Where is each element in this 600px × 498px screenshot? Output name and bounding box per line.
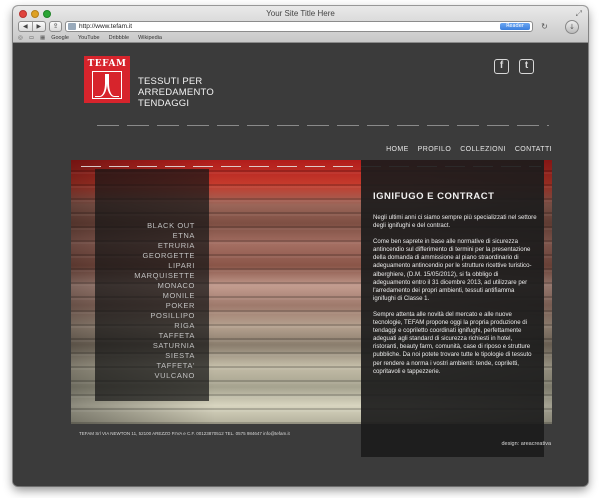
web-page: TEFAM TESSUTI PER ARREDAMENTO TENDAGGI f…	[13, 43, 588, 486]
content-paragraph: Come ben saprete in base alle normative …	[373, 238, 532, 302]
menu-item-etna[interactable]: ETNA	[134, 231, 195, 241]
menu-item-lipari[interactable]: LIPARI	[134, 261, 195, 271]
tefam-logo[interactable]: TEFAM	[84, 56, 130, 103]
menu-item-taffeta[interactable]: TAFFETA	[134, 331, 195, 341]
fullscreen-icon[interactable]: ⤢	[576, 9, 582, 19]
menu-item-siesta[interactable]: SIESTA	[134, 351, 195, 361]
curtain-icon	[92, 71, 122, 99]
menu-item-monile[interactable]: MONILE	[134, 291, 195, 301]
brand-line: ARREDAMENTO	[138, 87, 214, 98]
brand-tagline: TESSUTI PER ARREDAMENTO TENDAGGI	[138, 76, 214, 109]
bookmark-dribbble[interactable]: Dribbble	[109, 35, 129, 41]
logo-text: TEFAM	[87, 59, 127, 69]
footer-company-info: TEFAM Srl VIA NEWTON 11, 52100 AREZZO P.…	[79, 431, 290, 436]
reload-icon[interactable]: ↻	[538, 21, 551, 32]
main-nav: HOME PROFILO COLLEZIONI CONTATTI	[386, 146, 552, 153]
browser-window: Your Site Title Here ⤢ ◀ ▶ ⇪ http://www.…	[13, 6, 588, 486]
nav-collezioni[interactable]: COLLEZIONI	[460, 146, 506, 153]
content-body: Negli ultimi anni ci siamo sempre più sp…	[373, 214, 537, 384]
downloads-icon[interactable]: ↓	[565, 20, 579, 34]
twitter-icon[interactable]: t	[519, 59, 534, 74]
menu-item-taffeta-apostrophe[interactable]: TAFFETA'	[134, 361, 195, 371]
footer-design-credit[interactable]: design: areacreativa	[501, 441, 551, 447]
collection-menu: BLACK OUT ETNA ETRURIA GEORGETTE LIPARI …	[95, 169, 209, 401]
reader-button[interactable]: Reader	[500, 23, 530, 30]
content-paragraph: Sempre attenta alle novità del mercato e…	[373, 310, 532, 375]
back-button[interactable]: ◀	[19, 22, 32, 31]
menu-item-marquisette[interactable]: MARQUISETTE	[134, 271, 195, 281]
menu-item-georgette[interactable]: GEORGETTE	[134, 251, 195, 261]
facebook-icon[interactable]: f	[494, 59, 509, 74]
browser-toolbar: Your Site Title Here ⤢ ◀ ▶ ⇪ http://www.…	[13, 6, 588, 43]
menu-item-posillipo[interactable]: POSILLIPO	[134, 311, 195, 321]
menu-item-etruria[interactable]: ETRURIA	[134, 241, 195, 251]
bookmarks-bar: ◎ ▭ ▦ Google YouTube Dribbble Wikipedia	[18, 34, 171, 42]
top-sites-icon[interactable]: ▦	[40, 35, 45, 41]
bookmarks-book-icon[interactable]: ▭	[29, 35, 34, 41]
share-button[interactable]: ⇪	[49, 21, 62, 32]
nav-home[interactable]: HOME	[386, 146, 409, 153]
menu-item-vulcano[interactable]: VULCANO	[134, 371, 195, 381]
nav-profilo[interactable]: PROFILO	[418, 146, 452, 153]
content-panel: IGNIFUGO E CONTRACT Negli ultimi anni ci…	[361, 160, 544, 457]
favicon-icon	[68, 23, 76, 30]
brand-line: TESSUTI PER	[138, 76, 203, 87]
content-title: IGNIFUGO E CONTRACT	[373, 191, 495, 202]
bookmark-google[interactable]: Google	[51, 35, 69, 41]
window-title: Your Site Title Here	[266, 9, 335, 18]
forward-button[interactable]: ▶	[31, 22, 46, 31]
history-nav: ◀ ▶	[18, 21, 46, 32]
content-paragraph: Negli ultimi anni ci siamo sempre più sp…	[373, 214, 537, 230]
bookmark-youtube[interactable]: YouTube	[78, 35, 100, 41]
menu-item-black-out[interactable]: BLACK OUT	[134, 221, 195, 231]
menu-item-poker[interactable]: POKER	[134, 301, 195, 311]
menu-item-monaco[interactable]: MONACO	[134, 281, 195, 291]
menu-item-riga[interactable]: RIGA	[134, 321, 195, 331]
nav-contatti[interactable]: CONTATTI	[515, 146, 552, 153]
divider	[97, 125, 549, 126]
url-text[interactable]: http://www.tefam.it	[79, 22, 132, 31]
address-bar[interactable]: http://www.tefam.it Reader	[65, 21, 533, 32]
menu-item-saturnia[interactable]: SATURNIA	[134, 341, 195, 351]
reading-list-icon[interactable]: ◎	[18, 35, 23, 41]
bookmark-wikipedia[interactable]: Wikipedia	[138, 35, 162, 41]
brand-line: TENDAGGI	[138, 98, 190, 109]
